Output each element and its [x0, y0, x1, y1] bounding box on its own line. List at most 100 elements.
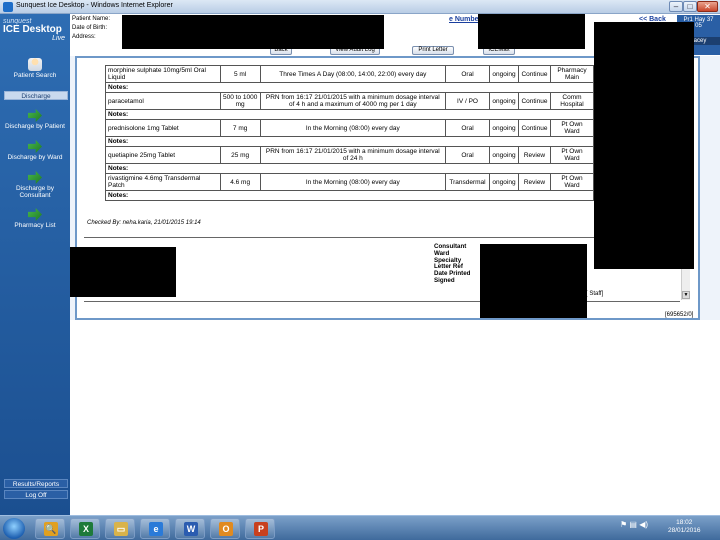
- scroll-down-button[interactable]: ▼: [682, 291, 690, 299]
- medication-table: morphine sulphate 10mg/5ml Oral Liquid 5 …: [105, 65, 595, 201]
- med-duration-cell: ongoing: [489, 146, 519, 164]
- divider: [84, 237, 680, 238]
- notes-label: Notes:: [105, 136, 594, 147]
- taskbar-app-powerpoint[interactable]: P: [245, 518, 275, 539]
- med-action-cell: Continue: [517, 65, 551, 83]
- address-label: Address:: [72, 34, 96, 40]
- med-duration-cell: ongoing: [489, 92, 519, 110]
- med-route-cell: Oral: [445, 65, 490, 83]
- notes-row: Notes:: [105, 109, 594, 120]
- redaction-right-column: [594, 22, 694, 269]
- med-duration-cell: ongoing: [489, 119, 519, 137]
- window-title-bar: Sunquest Ice Desktop - Windows Internet …: [0, 0, 720, 14]
- excel-icon: X: [79, 522, 93, 536]
- med-source-cell: Pt Own Ward: [549, 146, 595, 164]
- notes-row: Notes:: [105, 163, 594, 174]
- outlook-icon: O: [219, 522, 233, 536]
- clock[interactable]: 18:02 28/01/2016: [668, 519, 701, 535]
- start-button[interactable]: [3, 518, 25, 539]
- sidebar: sunquest ICE Desktop Live Patient Search…: [0, 14, 70, 515]
- table-row: prednisolone 1mg Tablet 7 mg In the Mornin…: [105, 119, 595, 137]
- word-icon: W: [184, 522, 198, 536]
- redaction-header-id: [478, 14, 585, 49]
- logo-sub: Live: [52, 35, 65, 42]
- notes-label: Notes:: [105, 190, 594, 201]
- minimize-button[interactable]: –: [669, 1, 683, 12]
- med-dose-cell: 5 ml: [219, 65, 261, 83]
- table-row: morphine sulphate 10mg/5ml Oral Liquid 5 …: [105, 65, 595, 83]
- empty-area: [70, 320, 720, 516]
- sidebar-item-label: Discharge by Consultant: [16, 185, 54, 199]
- system-tray: ⚑ ▤ ◀): [620, 520, 648, 529]
- powerpoint-icon: P: [254, 522, 268, 536]
- taskbar-app-word[interactable]: W: [175, 518, 205, 539]
- sidebar-item-pharmacy-list[interactable]: Pharmacy List: [0, 208, 70, 229]
- sidebar-item-discharge-by-ward[interactable]: Discharge by Ward: [0, 140, 70, 161]
- redaction-patient-details: [122, 15, 384, 49]
- close-button[interactable]: ✕: [697, 1, 718, 12]
- med-source-cell: Comm Hospital: [549, 92, 595, 110]
- taskbar-app-outlook[interactable]: O: [210, 518, 240, 539]
- logo-product: ICE Desktop: [3, 24, 62, 35]
- med-duration-cell: ongoing: [489, 65, 519, 83]
- med-source-cell: Pharmacy Main: [549, 65, 595, 83]
- folder-icon: ▭: [114, 522, 128, 536]
- sidebar-item-discharge-by-patient[interactable]: Discharge by Patient: [0, 109, 70, 130]
- print-letter-button[interactable]: Print Letter: [412, 46, 454, 55]
- med-name-cell: quetiapine 25mg Tablet: [105, 146, 221, 164]
- volume-icon[interactable]: ◀): [639, 520, 648, 529]
- notes-label: Notes:: [105, 109, 594, 120]
- table-row: paracetamol 500 to 1000 mg PRN from 16:17 …: [105, 92, 595, 110]
- notes-row: Notes:: [105, 136, 594, 147]
- tab-discharge[interactable]: Discharge: [4, 91, 68, 100]
- med-name-cell: prednisolone 1mg Tablet: [105, 119, 221, 137]
- patient-name-label: Patient Name:: [72, 16, 111, 22]
- med-source-cell: Pt Own Ward: [549, 119, 595, 137]
- divider: [84, 301, 680, 302]
- window-title: Sunquest Ice Desktop - Windows Internet …: [16, 2, 173, 9]
- med-frequency-cell: PRN from 16:17 21/01/2015 with a minimum…: [259, 92, 447, 110]
- med-action-cell: Review: [517, 146, 551, 164]
- signed-label: Signed: [434, 276, 455, 284]
- med-route-cell: Oral: [445, 119, 490, 137]
- med-dose-cell: 7 mg: [219, 119, 261, 137]
- redaction-left-block: [70, 247, 176, 297]
- dob-label: Date of Birth:: [72, 25, 108, 31]
- taskbar-app-ie[interactable]: e: [140, 518, 170, 539]
- checked-by: Checked By: neha.karia, 21/01/2015 19:14: [87, 220, 201, 226]
- med-dose-cell: 4.6 mg: [219, 173, 261, 191]
- patient-search-icon: [28, 58, 42, 71]
- arrow-icon: [28, 140, 42, 153]
- log-off-button[interactable]: Log Off: [4, 490, 68, 499]
- med-route-cell: IV / PO: [445, 92, 490, 110]
- sidebar-item-label: Discharge by Patient: [5, 123, 65, 130]
- med-frequency-cell: In the Morning (08:00) every day: [259, 173, 447, 191]
- ie-icon: e: [149, 522, 163, 536]
- med-route-cell: Transdermal: [445, 173, 490, 191]
- arrow-icon: [28, 208, 42, 221]
- network-icon[interactable]: ▤: [629, 520, 637, 529]
- taskbar-app-search[interactable]: 🔍: [35, 518, 65, 539]
- sidebar-item-discharge-by-consultant[interactable]: Discharge by Consultant: [0, 171, 70, 199]
- med-action-cell: Continue: [517, 119, 551, 137]
- notes-label: Notes:: [105, 163, 594, 174]
- notes-row: Notes:: [105, 190, 594, 201]
- letter-footer-labels: Consultant Ward Specialty Letter Ref Dat…: [434, 243, 470, 285]
- taskbar-app-excel[interactable]: X: [70, 518, 100, 539]
- redaction-footer-details: [480, 244, 587, 318]
- app-logo: sunquest ICE Desktop Live: [3, 18, 69, 42]
- taskbar: 🔍 X ▭ e W O P ⚑ ▤ ◀) 18:02 28/01/2016: [0, 515, 720, 540]
- table-row: rivastigmine 4.6mg Transdermal Patch 4.6 …: [105, 173, 595, 191]
- med-dose-cell: 500 to 1000 mg: [219, 92, 261, 110]
- results-reports-button[interactable]: Results/Reports: [4, 479, 68, 488]
- taskbar-app-folder[interactable]: ▭: [105, 518, 135, 539]
- clock-date: 28/01/2016: [668, 527, 701, 534]
- med-route-cell: Oral: [445, 146, 490, 164]
- sidebar-item-patient-search[interactable]: Patient Search: [0, 58, 70, 79]
- maximize-button[interactable]: □: [683, 1, 697, 12]
- med-source-cell: Pt Own Ward: [549, 173, 595, 191]
- flag-icon[interactable]: ⚑: [620, 520, 627, 529]
- med-name-cell: paracetamol: [105, 92, 221, 110]
- ie-window-icon: [3, 2, 13, 12]
- med-action-cell: Review: [517, 173, 551, 191]
